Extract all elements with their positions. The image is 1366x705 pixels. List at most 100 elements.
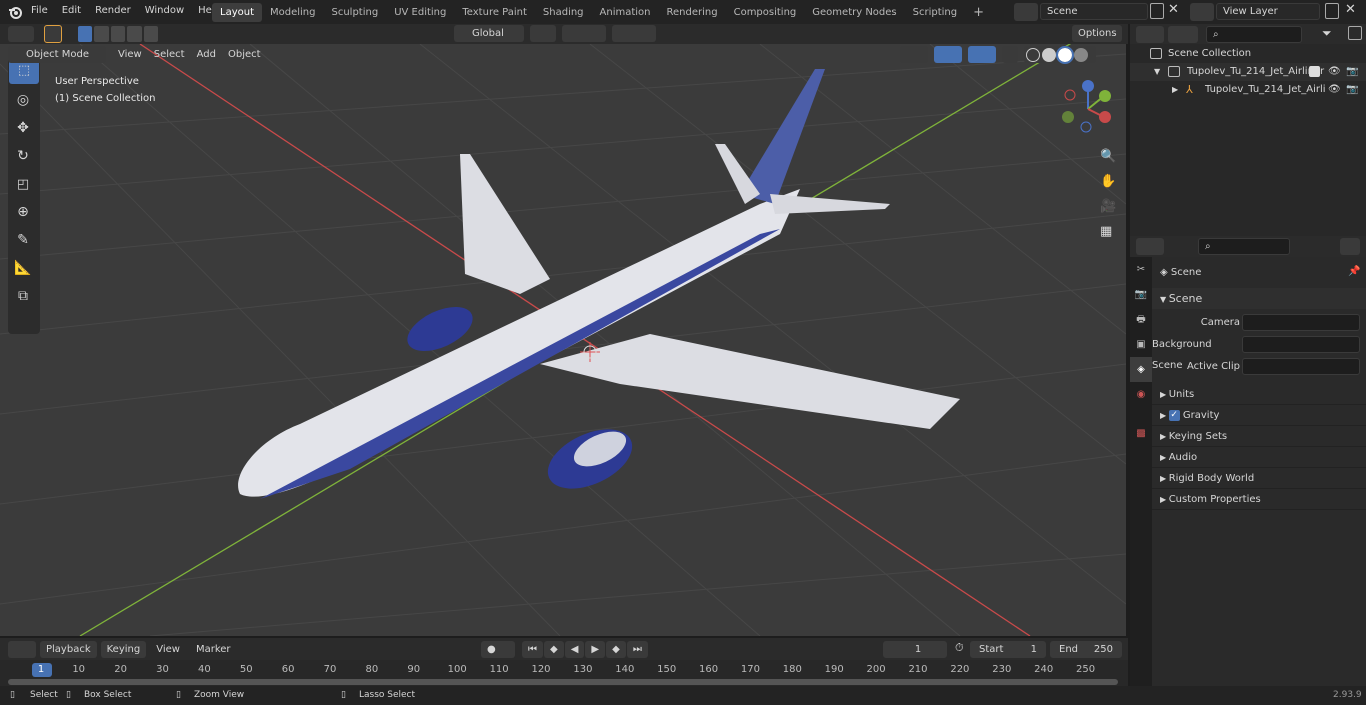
stopwatch-icon[interactable]: ⏱	[955, 641, 964, 655]
output-tab-icon[interactable]: 🖶	[1130, 307, 1152, 332]
properties-editor-icon[interactable]	[1136, 238, 1164, 255]
mode-invert-icon[interactable]	[127, 26, 142, 42]
timeline-ruler[interactable]: 1 10 20 30 40 50 60 70 80 90 100 110 120 130 140 150 160…	[0, 660, 1128, 686]
menu-window[interactable]: Window	[138, 0, 191, 22]
mode-new-icon[interactable]	[78, 26, 93, 42]
new-collection-icon[interactable]	[1348, 26, 1362, 40]
tab-geometry-nodes[interactable]: Geometry Nodes	[804, 3, 904, 22]
viewport-menu-object[interactable]: Object	[222, 46, 267, 63]
properties-options-icon[interactable]	[1340, 238, 1360, 255]
start-frame-field[interactable]: Start 1	[970, 641, 1046, 658]
tab-scripting[interactable]: Scripting	[905, 3, 965, 22]
gizmo-toggle-icon[interactable]	[934, 46, 962, 63]
delete-view-layer-icon[interactable]: ✕	[1345, 2, 1356, 17]
texture-tab-icon[interactable]: ▩	[1130, 421, 1152, 446]
timeline-menu-keying[interactable]: Keying	[100, 641, 147, 658]
timeline-editor-icon[interactable]	[8, 641, 36, 658]
viewport-menu-add[interactable]: Add	[191, 46, 222, 63]
end-frame-field[interactable]: End 250	[1050, 641, 1122, 658]
rendered-shading-icon[interactable]	[1074, 47, 1088, 62]
new-scene-icon[interactable]	[1150, 3, 1164, 19]
blender-logo-icon[interactable]	[8, 5, 22, 19]
tab-shading[interactable]: Shading	[535, 3, 592, 22]
pivot-icon[interactable]	[530, 25, 556, 42]
active-clip-field[interactable]	[1242, 358, 1360, 375]
orthographic-grid-icon[interactable]: ▦	[1100, 219, 1116, 244]
camera-field[interactable]	[1242, 314, 1360, 331]
scene-field[interactable]: Scene	[1040, 3, 1148, 20]
record-icon[interactable]: ●	[481, 641, 515, 658]
timeline-menu-marker[interactable]: Marker	[190, 641, 237, 658]
render-camera-icon[interactable]: 📷	[1346, 63, 1358, 81]
mode-dropdown[interactable]: Object Mode	[8, 46, 106, 63]
play-icon[interactable]: ▶	[585, 641, 606, 658]
select-tool-icon[interactable]	[44, 25, 62, 43]
outliner-search-input[interactable]: ⌕	[1206, 26, 1302, 43]
orientation-dropdown[interactable]: Global	[454, 25, 524, 42]
overlay-toggle-icon[interactable]	[968, 46, 996, 63]
delete-scene-icon[interactable]: ✕	[1168, 2, 1179, 17]
view-layer-tab-icon[interactable]: ▣	[1130, 332, 1152, 357]
render-camera-icon[interactable]: 📷	[1346, 81, 1358, 99]
annotate-tool-icon[interactable]: ✎	[8, 226, 38, 254]
jump-end-icon[interactable]: ⏭	[626, 641, 648, 658]
scene-selector-icon[interactable]	[1014, 3, 1038, 21]
expand-arrow-icon[interactable]: ▼	[1154, 63, 1160, 81]
menu-edit[interactable]: Edit	[55, 0, 88, 22]
rigid-body-world-panel[interactable]: ▶ Rigid Body World	[1152, 468, 1366, 489]
expand-arrow-icon[interactable]: ▶	[1172, 81, 1178, 99]
tab-compositing[interactable]: Compositing	[726, 3, 805, 22]
material-shading-icon[interactable]	[1056, 45, 1074, 64]
viewport-menu-view[interactable]: View	[112, 46, 148, 63]
mode-intersect-icon[interactable]	[143, 26, 159, 42]
scale-tool-icon[interactable]: ◰	[8, 170, 38, 198]
rotate-tool-icon[interactable]: ↻	[8, 142, 38, 170]
outliner-root[interactable]: Scene Collection	[1130, 45, 1366, 63]
tool-tab-icon[interactable]: ✂	[1130, 257, 1152, 282]
display-mode-icon[interactable]	[1168, 26, 1198, 43]
gravity-checkbox[interactable]: ✓	[1168, 409, 1180, 421]
timeline-menu-playback[interactable]: Playback	[40, 641, 97, 658]
visibility-eye-icon[interactable]: 👁	[1328, 63, 1341, 81]
outliner-editor-icon[interactable]	[1136, 26, 1164, 43]
tab-layout[interactable]: Layout	[212, 3, 262, 22]
menu-file[interactable]: File	[24, 0, 55, 22]
view-layer-selector-icon[interactable]	[1190, 3, 1214, 21]
current-frame-field[interactable]: 1	[883, 641, 947, 658]
units-panel[interactable]: ▶ Units	[1152, 384, 1366, 405]
tab-modeling[interactable]: Modeling	[262, 3, 324, 22]
tab-sculpting[interactable]: Sculpting	[324, 3, 387, 22]
navigation-gizmo[interactable]	[1060, 79, 1120, 139]
pan-hand-icon[interactable]: ✋	[1100, 169, 1116, 194]
zoom-icon[interactable]: 🔍	[1100, 144, 1116, 169]
proportional-edit-icon[interactable]	[612, 25, 656, 42]
mode-extend-icon[interactable]	[94, 26, 109, 42]
3d-viewport[interactable]: ⬚ ◎ ✥ ↻ ◰ ⊕ ✎ 📐 ⧉ User Perspective (1) S…	[0, 44, 1126, 636]
move-tool-icon[interactable]: ✥	[8, 114, 38, 142]
outliner-item[interactable]: ▼ Tupolev_Tu_214_Jet_Airliner 👁 📷	[1130, 63, 1366, 81]
pin-icon[interactable]: 📌	[1348, 266, 1360, 277]
audio-panel[interactable]: ▶ Audio	[1152, 447, 1366, 468]
jump-start-icon[interactable]: ⏮	[522, 641, 543, 658]
timeline-scrollbar[interactable]	[8, 679, 1118, 685]
visibility-icon[interactable]	[900, 46, 928, 63]
play-reverse-icon[interactable]: ◀	[564, 641, 585, 658]
outliner-item[interactable]: ▶ ⅄ Tupolev_Tu_214_Jet_Airli 👁 📷	[1130, 81, 1366, 99]
transform-tool-icon[interactable]: ⊕	[8, 198, 38, 226]
keying-sets-panel[interactable]: ▶ Keying Sets	[1152, 426, 1366, 447]
scene-panel-header[interactable]: ▼ Scene	[1152, 288, 1366, 309]
gravity-panel[interactable]: ▶ ✓ Gravity	[1152, 405, 1366, 426]
visibility-eye-icon[interactable]: 👁	[1328, 81, 1341, 99]
scene-tab-icon[interactable]: ◈	[1130, 357, 1152, 382]
solid-shading-icon[interactable]	[1042, 47, 1056, 62]
wireframe-shading-icon[interactable]	[1026, 47, 1040, 62]
mode-subtract-icon[interactable]	[110, 26, 126, 42]
properties-search-input[interactable]: ⌕	[1198, 238, 1290, 255]
jump-keyframe-forward-icon[interactable]: ◆	[606, 641, 626, 658]
custom-properties-panel[interactable]: ▶ Custom Properties	[1152, 489, 1366, 510]
viewport-menu-select[interactable]: Select	[148, 46, 191, 63]
snap-icon[interactable]	[562, 25, 606, 42]
editor-type-icon[interactable]	[8, 26, 34, 42]
tab-rendering[interactable]: Rendering	[659, 3, 726, 22]
view-layer-field[interactable]: View Layer	[1216, 3, 1320, 20]
